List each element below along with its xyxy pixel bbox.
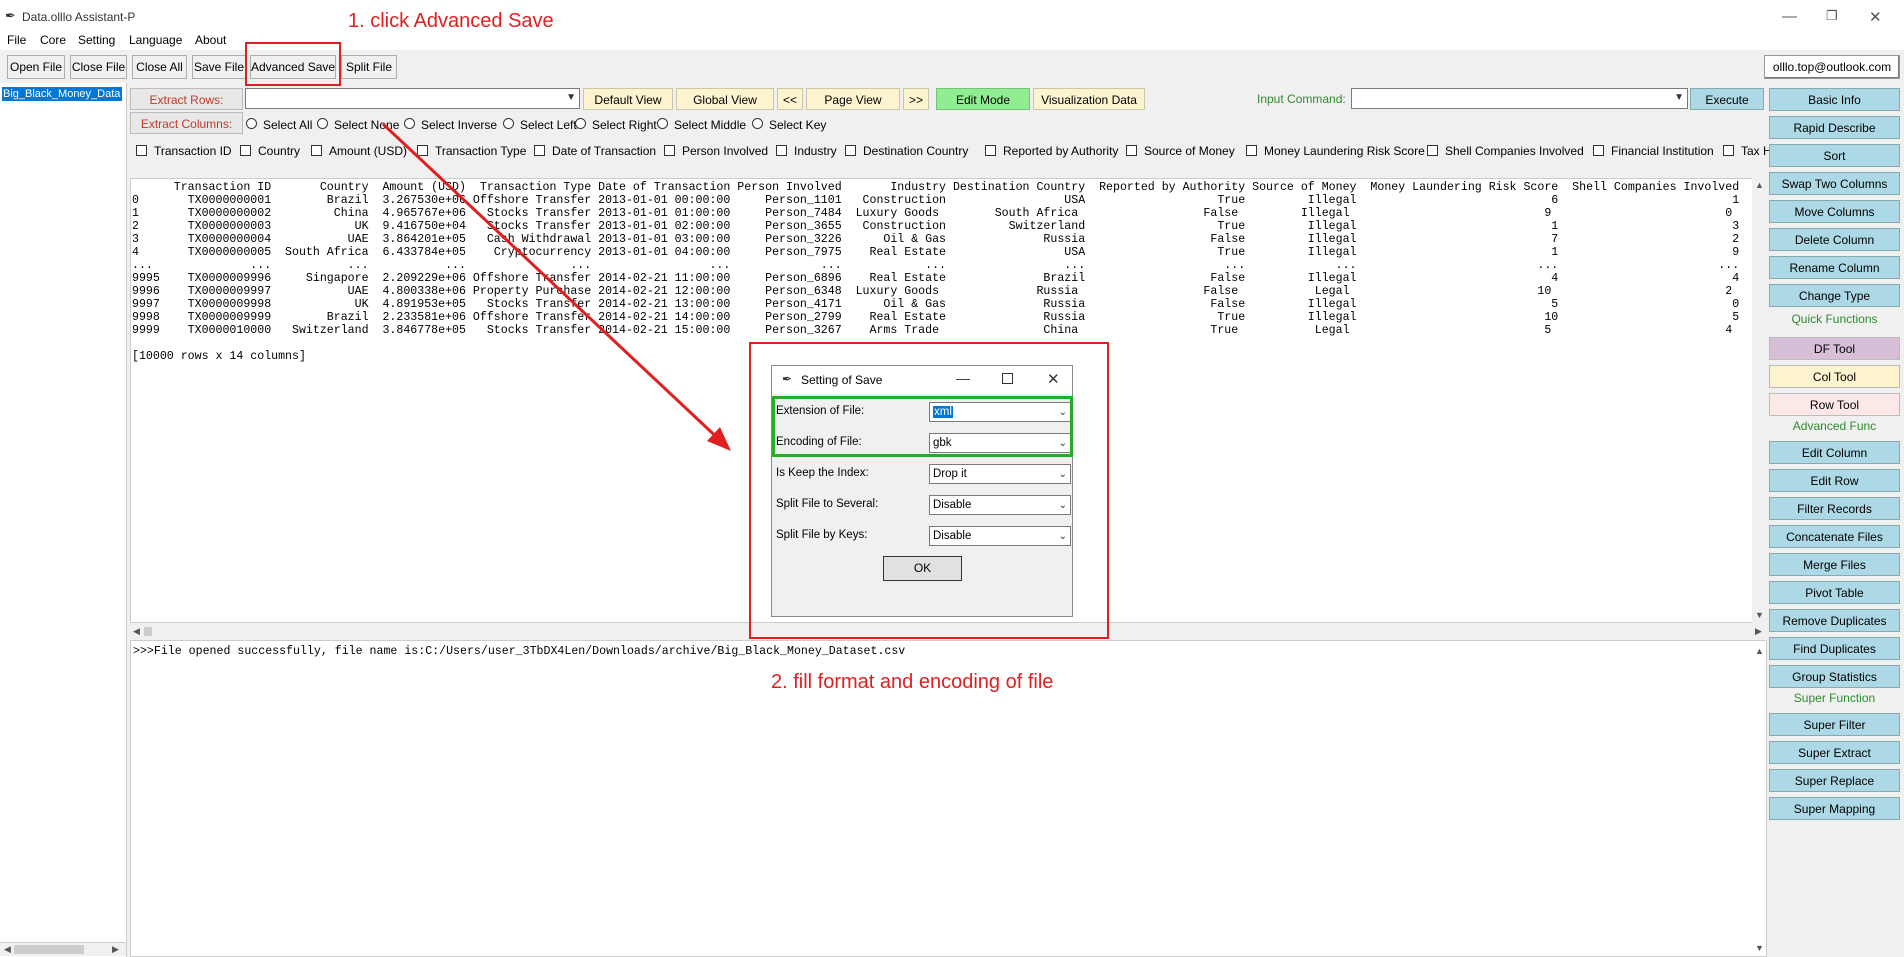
annotation-arrow	[381, 122, 731, 451]
annotation-arrow-line	[381, 122, 726, 446]
